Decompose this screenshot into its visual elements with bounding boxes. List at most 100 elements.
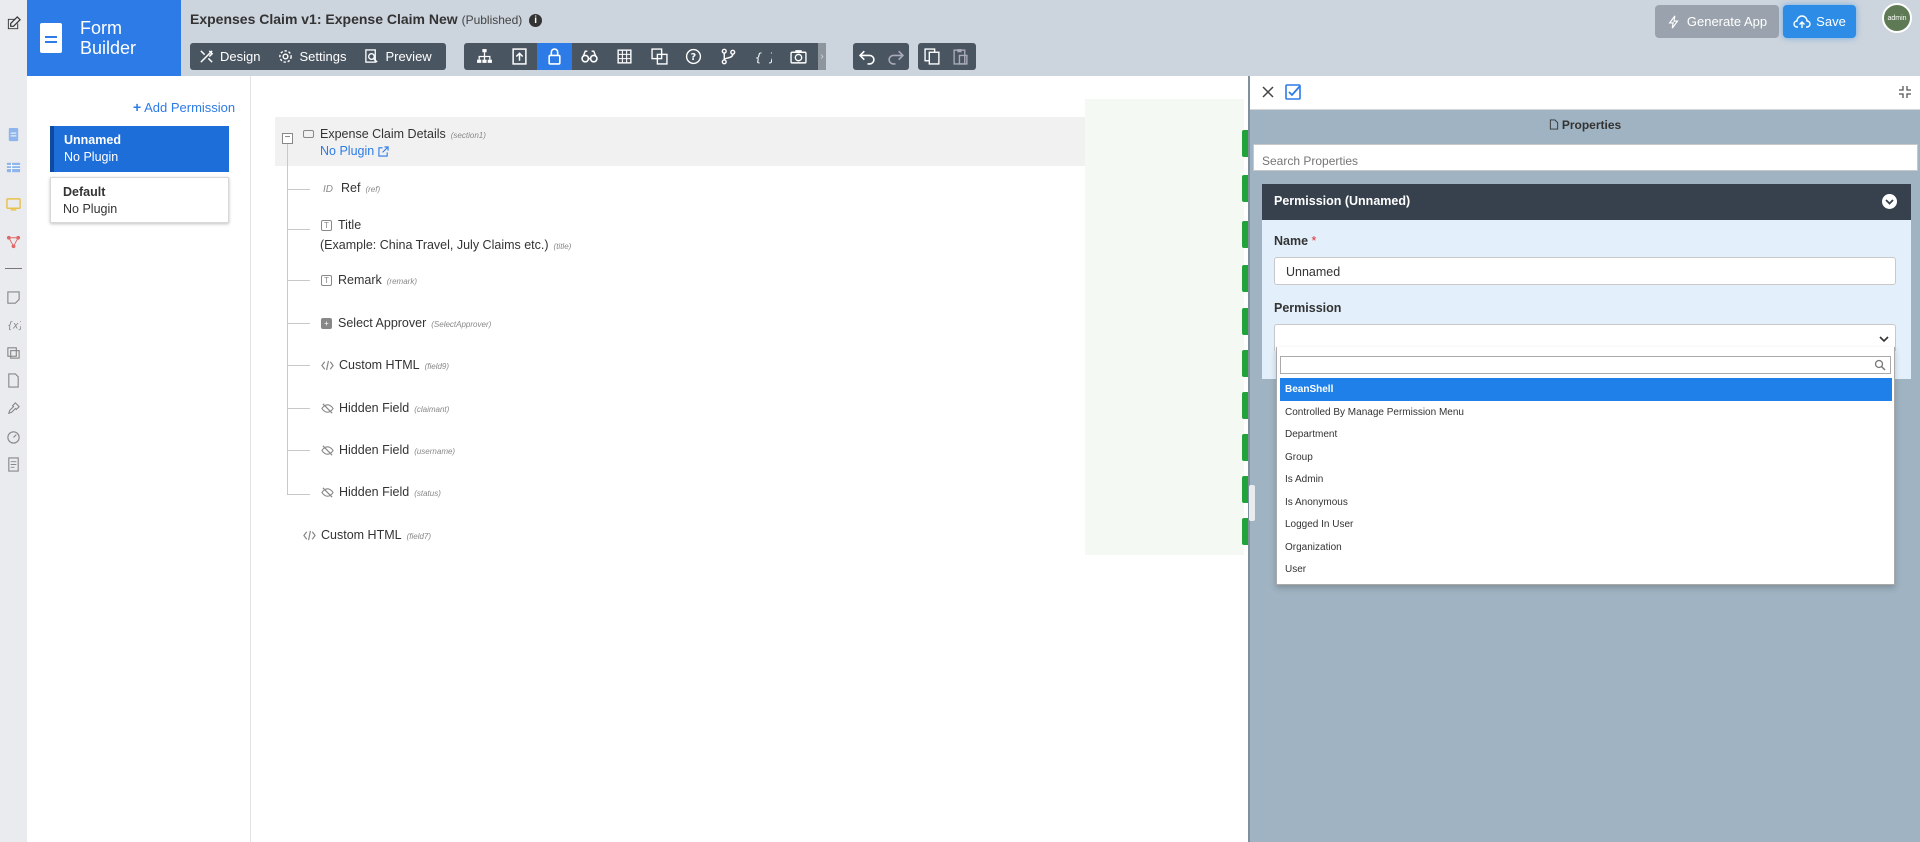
required-mark: *	[1311, 234, 1317, 248]
option-department[interactable]: Department	[1280, 423, 1892, 446]
copy-button[interactable]	[918, 43, 946, 70]
help-icon: ?	[686, 48, 702, 65]
redo-button[interactable]	[881, 43, 909, 70]
field-hidden-username[interactable]: Hidden Field (username)	[321, 443, 455, 457]
paste-button[interactable]	[946, 43, 974, 70]
shrink-icon[interactable]	[1898, 85, 1912, 99]
performance-icon[interactable]	[6, 429, 21, 444]
field-hidden-claimant[interactable]: Hidden Field (claimant)	[321, 401, 449, 415]
toolbar-more-arrow[interactable]: ›	[818, 43, 826, 70]
section-id: (section1)	[450, 131, 486, 140]
field-custom-html-footer[interactable]: Custom HTML (field7)	[303, 528, 431, 542]
field-hidden-status[interactable]: Hidden Field (status)	[321, 485, 441, 499]
field-ref[interactable]: ID Ref (ref)	[321, 181, 380, 195]
logs-icon[interactable]	[6, 457, 21, 472]
field-select-approver[interactable]: + Select Approver (SelectApprover)	[321, 316, 491, 330]
left-icon-rail: {x}	[0, 0, 27, 842]
binoculars-button[interactable]	[572, 43, 607, 70]
datalist-icon[interactable]	[6, 160, 21, 175]
option-beanshell[interactable]: BeanShell	[1280, 378, 1892, 401]
settings-button[interactable]: Settings	[269, 43, 355, 70]
option-group[interactable]: Group	[1280, 446, 1892, 469]
form-canvas: − Expense Claim Details (section1) No Pl…	[251, 76, 1248, 842]
preview-search-icon	[365, 49, 379, 63]
userview-icon[interactable]	[6, 197, 21, 212]
section-header[interactable]: Expense Claim Details (section1)	[303, 127, 486, 141]
tree-branch	[288, 494, 310, 495]
permission-card-header[interactable]: Permission (Unnamed)	[1262, 184, 1911, 220]
save-button[interactable]: Save	[1783, 5, 1856, 38]
avatar[interactable]: admin	[1882, 3, 1912, 33]
plugin-icon[interactable]	[6, 401, 21, 416]
logo-line-2: Builder	[80, 38, 137, 58]
copy-images-icon	[650, 48, 668, 65]
info-icon[interactable]: i	[529, 14, 543, 27]
field-id: (title)	[553, 242, 572, 251]
note-icon[interactable]	[6, 290, 21, 305]
field-custom-html[interactable]: Custom HTML (field9)	[321, 358, 449, 372]
cloud-upload-icon	[1793, 14, 1811, 28]
name-label: Name *	[1274, 234, 1316, 248]
help-button[interactable]: ?	[677, 43, 712, 70]
variable-icon[interactable]: {x}	[6, 317, 21, 332]
add-permission-link[interactable]: + Add Permission	[133, 99, 235, 115]
form-builder-logo[interactable]: Form Builder	[27, 0, 181, 76]
resources-icon[interactable]	[6, 345, 21, 360]
field-id: (ref)	[365, 185, 381, 194]
design-button[interactable]: Design	[190, 43, 269, 70]
permission-button[interactable]	[536, 43, 572, 70]
tree-branch	[288, 408, 310, 409]
dropdown-search-input[interactable]	[1280, 356, 1891, 374]
copy-images-button[interactable]	[642, 43, 677, 70]
option-user[interactable]: User	[1280, 558, 1892, 581]
apply-check-icon[interactable]	[1284, 83, 1302, 101]
generate-app-button[interactable]: Generate App	[1655, 5, 1779, 38]
option-is-admin[interactable]: Is Admin	[1280, 468, 1892, 491]
json-braces-button[interactable]: { }	[746, 43, 781, 70]
permission-plugin: No Plugin	[63, 202, 118, 216]
chevron-down-icon[interactable]	[1882, 194, 1897, 209]
section-plugin-link[interactable]: No Plugin	[320, 144, 389, 158]
properties-title-text: Properties	[1561, 118, 1622, 132]
dropdown-options: BeanShell Controlled By Manage Permissio…	[1280, 378, 1892, 581]
undo-button[interactable]	[853, 43, 881, 70]
branch-button[interactable]	[711, 43, 746, 70]
field-title[interactable]: T Title	[321, 218, 361, 232]
tree-branch	[288, 323, 310, 324]
document-icon[interactable]	[6, 373, 21, 388]
tree-structure-button[interactable]	[467, 43, 502, 70]
permission-name: Unnamed	[64, 133, 121, 147]
option-organization[interactable]: Organization	[1280, 536, 1892, 559]
eye-slash-icon	[321, 486, 334, 498]
process-icon[interactable]	[6, 234, 21, 249]
avatar-text: admin	[1887, 14, 1907, 22]
option-controlled-by-manage-permission-menu[interactable]: Controlled By Manage Permission Menu	[1280, 401, 1892, 424]
camera-button[interactable]	[781, 43, 816, 70]
collapse-toggle[interactable]: −	[282, 133, 293, 144]
form-icon[interactable]	[6, 127, 21, 142]
name-input[interactable]: Unnamed	[1274, 257, 1896, 285]
field-label: Hidden Field	[339, 485, 410, 499]
panel-resize-handle[interactable]	[1249, 485, 1255, 521]
close-icon[interactable]	[1260, 84, 1276, 100]
chevron-down-icon	[1879, 336, 1889, 343]
field-label: Hidden Field	[339, 443, 410, 457]
text-field-icon: T	[321, 219, 332, 231]
option-is-anonymous[interactable]: Is Anonymous	[1280, 491, 1892, 514]
edit-icon[interactable]	[6, 16, 21, 31]
search-properties-input[interactable]	[1253, 144, 1918, 171]
mode-toolbar: Design Settings Preview	[190, 43, 446, 70]
table-button[interactable]	[607, 43, 642, 70]
preview-button[interactable]: Preview	[355, 43, 440, 70]
option-logged-in-user[interactable]: Logged In User	[1280, 513, 1892, 536]
upload-form-button[interactable]	[502, 43, 537, 70]
external-link-icon	[378, 145, 389, 157]
document-icon	[1549, 119, 1558, 130]
field-remark[interactable]: T Remark (remark)	[321, 273, 417, 287]
upload-form-icon	[512, 48, 527, 65]
paste-icon	[952, 49, 968, 65]
tree-branch	[288, 365, 310, 366]
permission-item-unnamed[interactable]: Unnamed No Plugin	[50, 126, 229, 172]
text-field-icon: T	[321, 274, 332, 286]
permission-item-default[interactable]: Default No Plugin	[50, 177, 229, 223]
